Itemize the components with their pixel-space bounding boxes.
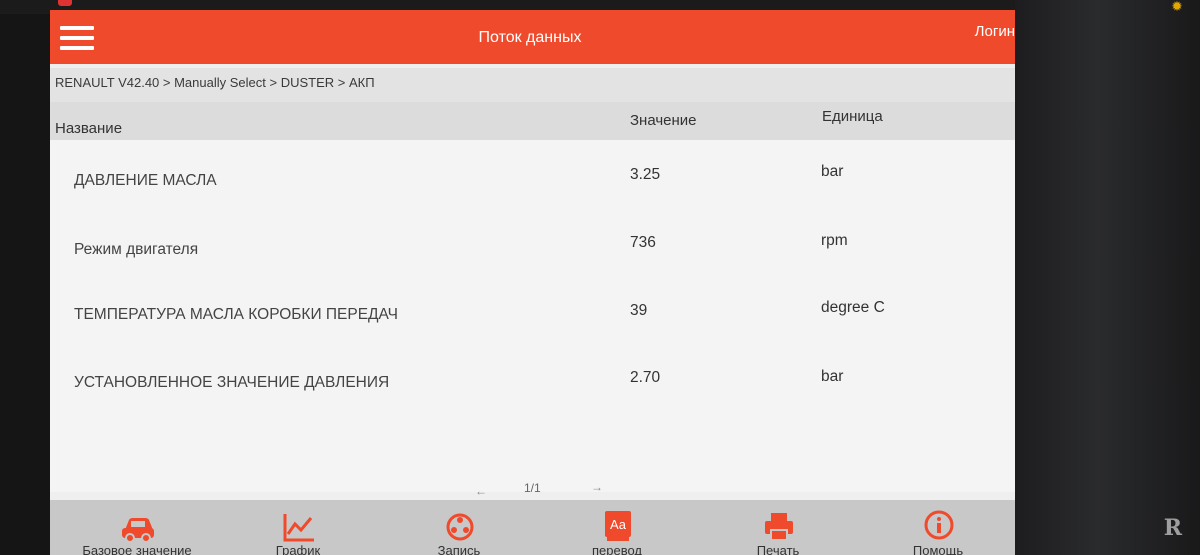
breadcrumb: RENAULT V42.40 > Manually Select > DUSTE… (50, 68, 1015, 102)
graph-button[interactable]: График (238, 500, 358, 555)
graph-label: График (275, 543, 321, 555)
row-unit: bar (821, 163, 844, 180)
base-value-button[interactable]: Базовое значение (77, 500, 197, 555)
table-row[interactable]: УСТАНОВЛЕННОЕ ЗНАЧЕНИЕ ДАВЛЕНИЯ 2.70 bar (50, 344, 1015, 412)
row-name: УСТАНОВЛЕННОЕ ЗНАЧЕНИЕ ДАВЛЕНИЯ (74, 374, 390, 391)
help-icon (924, 510, 954, 540)
bottom-toolbar: Базовое значение График Запись Aa перево… (50, 500, 1015, 555)
pagination: ← 1/1 → (50, 476, 1015, 500)
table-header: Название Значение Единица (50, 102, 1015, 140)
record-label: Запись (437, 543, 481, 555)
help-label: Помощь (912, 543, 964, 555)
translate-label: перевод (591, 543, 643, 555)
row-name: ДАВЛЕНИЕ МАСЛА (74, 172, 217, 189)
translate-button[interactable]: Aa перевод (557, 500, 677, 555)
row-name: Режим двигателя (74, 241, 199, 258)
print-label: Печать (756, 543, 800, 555)
table-row[interactable]: ТЕМПЕРАТУРА МАСЛА КОРОБКИ ПЕРЕДАЧ 39 deg… (50, 276, 1015, 344)
car-icon (122, 518, 154, 543)
print-button[interactable]: Печать (718, 500, 838, 555)
table-row[interactable]: Режим двигателя 736 rpm (50, 208, 1015, 276)
next-page-button[interactable]: → (591, 480, 603, 494)
help-button[interactable]: Помощь (878, 500, 998, 555)
row-unit: degree C (821, 299, 885, 316)
row-value: 3.25 (630, 166, 661, 183)
base-value-label: Базовое значение (82, 543, 192, 555)
watermark-logo: R (1163, 515, 1182, 541)
record-button[interactable]: Запись (399, 500, 519, 555)
row-value: 39 (630, 302, 648, 319)
chart-icon (283, 514, 314, 542)
prev-page-button[interactable]: ← (475, 484, 487, 498)
page-title: Поток данных (478, 29, 582, 46)
column-header-unit: Единица (822, 108, 883, 125)
row-value: 2.70 (630, 369, 661, 386)
column-header-name: Название (55, 120, 123, 137)
column-header-value: Значение (630, 112, 697, 129)
row-unit: bar (821, 368, 844, 385)
row-value: 736 (630, 234, 656, 251)
print-icon (765, 513, 793, 541)
svg-text:Aa: Aa (610, 517, 627, 532)
status-notification-icon (58, 0, 72, 6)
app-header: Поток данных Логин (50, 10, 1015, 64)
gear-icon: ✹ (1171, 0, 1183, 14)
data-table: ДАВЛЕНИЕ МАСЛА 3.25 bar Режим двигателя … (50, 140, 1015, 492)
login-button[interactable]: Логин (975, 23, 1015, 40)
translate-icon: Aa (605, 511, 631, 541)
app-screen: Поток данных Логин RENAULT V42.40 > Manu… (50, 10, 1015, 555)
table-row[interactable]: ДАВЛЕНИЕ МАСЛА 3.25 bar (50, 140, 1015, 208)
device-bezel-right (1015, 0, 1200, 555)
row-unit: rpm (821, 232, 848, 249)
hamburger-menu-icon[interactable] (60, 26, 94, 52)
row-name: ТЕМПЕРАТУРА МАСЛА КОРОБКИ ПЕРЕДАЧ (74, 306, 399, 323)
record-icon (446, 513, 474, 541)
page-number: 1/1 (524, 481, 541, 495)
